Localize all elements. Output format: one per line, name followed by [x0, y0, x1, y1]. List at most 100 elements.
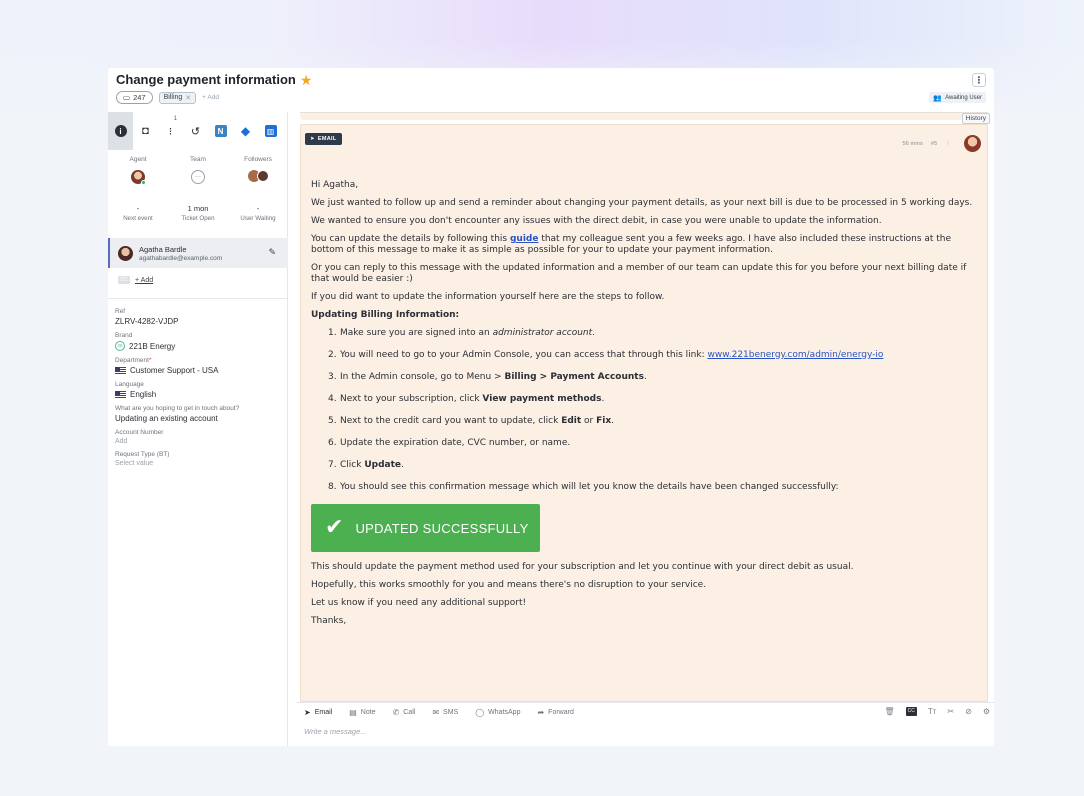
stat-label: Ticket Open [181, 215, 215, 222]
sidebar-tabbar: i ◘ ⁝ 1 ↺ N ◆ ▥ [108, 112, 288, 150]
compose-tab-forward[interactable]: ➦ Forward [537, 708, 582, 717]
compose-tab-sms[interactable]: ✉ SMS [432, 708, 467, 717]
admin-console-link[interactable]: www.221benergy.com/admin/energy-io [707, 350, 883, 360]
section-heading: Updating Billing Information: [311, 310, 460, 320]
remove-tag-icon[interactable]: ✕ [185, 94, 191, 102]
send-icon: ➤ [304, 708, 311, 717]
stat-value: - [136, 204, 140, 213]
tab-info[interactable]: i [108, 112, 133, 150]
field-label: Department* [115, 357, 285, 364]
field-value[interactable]: Add [115, 438, 285, 445]
stat-value: 1 mon [187, 204, 209, 213]
history-tooltip: History [961, 113, 990, 124]
compose-tab-whatsapp[interactable]: ◯ WhatsApp [475, 708, 529, 717]
tab-jira[interactable]: N [208, 112, 233, 150]
requester-card[interactable]: Agatha Bardle agathabardle@example.com ✎ [108, 238, 288, 268]
trash-icon[interactable]: 🗑 [884, 707, 894, 716]
forward-icon: ➦ [537, 708, 545, 717]
paragraph: Let us know if you need any additional s… [311, 598, 527, 608]
success-banner-image: ✔ UPDATED SUCCESSFULLY [311, 504, 540, 552]
field-request-type: Request Type (BT) Select value [115, 451, 285, 467]
online-dot [141, 180, 146, 185]
field-value[interactable]: Updating an existing account [115, 414, 285, 423]
ticket-header: Change payment information ★ ▭ 247 Billi… [108, 68, 994, 112]
scissors-icon[interactable]: ✂ [947, 707, 954, 716]
team-column[interactable]: Team ··· [168, 156, 228, 196]
compose-tab-call[interactable]: ✆ Call [393, 708, 425, 717]
tab-label: Forward [548, 709, 574, 716]
brand-name: 221B Energy [129, 341, 176, 351]
stat-next-event: - Next event [108, 204, 168, 232]
followers-column[interactable]: Followers [228, 156, 288, 196]
tab-gem[interactable]: ◆ [233, 112, 258, 150]
agent-column[interactable]: Agent [108, 156, 168, 196]
guide-link[interactable]: guide [510, 234, 538, 244]
ticket-count: 247 [133, 93, 146, 102]
step-number: 6. [328, 438, 337, 448]
step-number: 3. [328, 372, 337, 382]
field-value[interactable]: Select value [115, 460, 285, 467]
field-value[interactable]: 28 221B Energy [115, 341, 285, 351]
list-item: 5. Next to the credit card you want to up… [328, 416, 979, 427]
list-item: 8. You should see this confirmation messa… [328, 482, 979, 493]
previous-message-edge[interactable] [300, 112, 988, 120]
step-text: You should see this confirmation message… [340, 482, 839, 492]
field-value[interactable]: ZLRV-4282-VJDP [115, 317, 285, 326]
ticket-icon: ◘ [142, 125, 149, 137]
step-number: 2. [328, 350, 337, 360]
star-icon[interactable]: ★ [300, 73, 313, 87]
stat-user-waiting: - User Waiting [228, 204, 288, 232]
team-chat-icon[interactable]: ··· [191, 170, 205, 184]
compose-tab-note[interactable]: ▤ Note [349, 708, 384, 717]
tab-label: Note [360, 709, 376, 716]
cc-icon[interactable]: CC [905, 707, 917, 716]
more-options-button[interactable]: ⋮ [972, 73, 986, 87]
message-input[interactable]: Write a message... [304, 727, 367, 736]
field-value[interactable]: English [115, 390, 285, 399]
text-bold: View payment methods [482, 394, 602, 404]
ticket-meta: ▭ 247 Billing ✕ + Add [116, 91, 219, 104]
step-number: 1. [328, 328, 337, 338]
compose-tools: 🗑 CC Tт ✂ ⊘ ⚙ [884, 707, 990, 716]
step-text: In the Admin console, go to Menu > Billi… [340, 372, 647, 383]
add-tag-link[interactable]: + Add [202, 94, 219, 101]
message-options-icon[interactable]: ⋮ [945, 141, 951, 147]
followers-label: Followers [244, 156, 272, 163]
cc-icon: CC [118, 276, 130, 284]
stat-label: User Waiting [240, 215, 276, 222]
text-bold: Billing > Payment Accounts [504, 372, 644, 382]
tab-ticket[interactable]: ◘ [133, 112, 158, 150]
text-format-icon[interactable]: Tт [928, 707, 937, 716]
label-tag[interactable]: Billing ✕ [158, 91, 197, 104]
tab-trello[interactable]: ▥ [258, 112, 283, 150]
cc-row: CC + Add [118, 276, 153, 284]
history-icon: ↺ [190, 125, 201, 138]
channel-label: EMAIL [317, 136, 337, 142]
status-text: Awaiting User [945, 94, 982, 101]
tab-history[interactable]: ↺ [183, 112, 208, 150]
agent-avatar[interactable] [131, 170, 146, 185]
field-value[interactable]: Customer Support - USA [115, 366, 285, 375]
send-icon: ➤ [310, 136, 315, 142]
add-cc-link[interactable]: + Add [135, 277, 153, 284]
attachment-icon[interactable]: ⊘ [965, 707, 972, 716]
pencil-icon[interactable]: ✎ [268, 247, 276, 258]
whatsapp-icon: ◯ [475, 708, 485, 717]
divider [108, 298, 288, 299]
message-meta: 56 mins #5 ⋮ [902, 141, 951, 147]
compose-tab-email[interactable]: ➤ Email [304, 708, 341, 717]
settings-icon[interactable]: ⚙ [983, 707, 990, 716]
stat-label: Next event [123, 215, 153, 222]
text: Next to your subscription, click [340, 394, 483, 404]
user-status-icon: 👥 [933, 94, 943, 102]
greeting: Hi Agatha, [311, 180, 359, 190]
text: Next to the credit card you want to upda… [340, 416, 562, 426]
text: or [581, 416, 597, 426]
field-department: Department* Customer Support - USA [115, 357, 285, 375]
list-item: 4. Next to your subscription, click View … [328, 394, 979, 405]
tab-tasks[interactable]: ⁝ 1 [158, 112, 183, 150]
status-badge[interactable]: 👥 Awaiting User [929, 92, 986, 103]
followers-avatars[interactable] [247, 170, 269, 182]
ticket-count-badge[interactable]: ▭ 247 [116, 91, 153, 104]
ticket-title[interactable]: Change payment information [116, 72, 296, 87]
